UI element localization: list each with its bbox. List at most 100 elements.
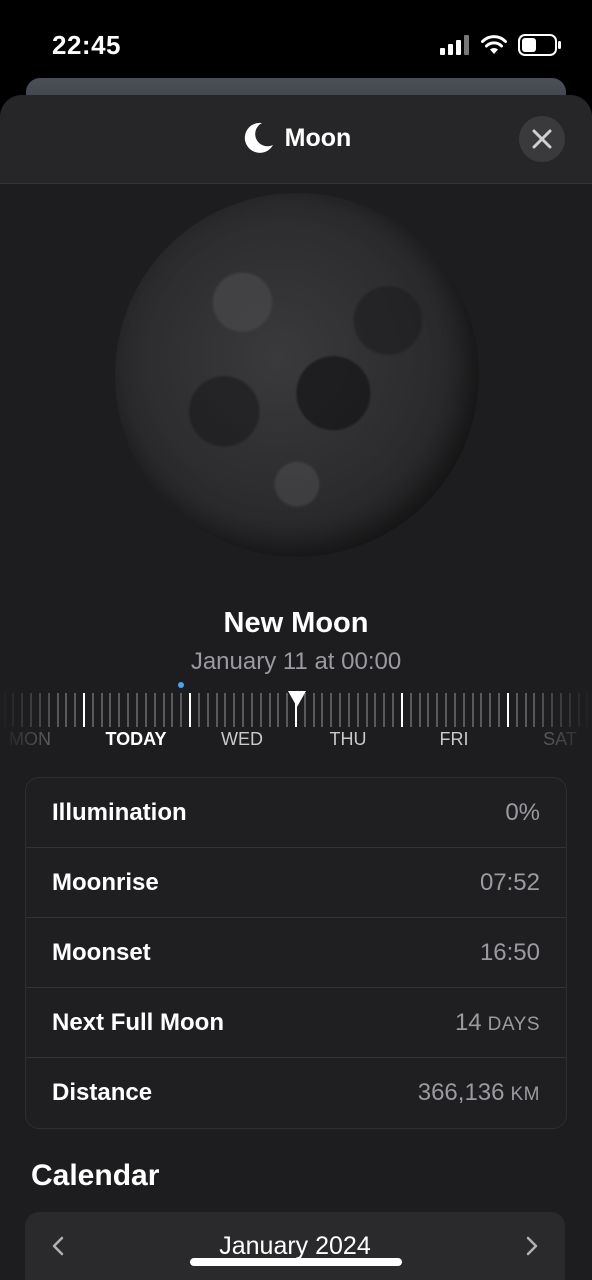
crescent-moon-icon (244, 122, 273, 153)
timeline-tick (242, 693, 244, 727)
detail-row: Moonrise 07:52 (26, 848, 566, 918)
timeline-tick (136, 693, 138, 727)
current-time-dot (178, 682, 184, 688)
detail-label: Next Full Moon (52, 1008, 224, 1036)
timeline-tick (224, 693, 226, 727)
phase-date: January 11 at 00:00 (190, 648, 402, 675)
status-icons (440, 34, 562, 56)
detail-value: 0% (505, 798, 540, 826)
timeline-tick (480, 693, 482, 727)
timeline-tick (339, 693, 341, 727)
detail-value-wrap: 0% (505, 799, 540, 827)
timeline-tick (207, 693, 209, 727)
detail-value: 14 (454, 1008, 482, 1036)
timeline-tick (233, 693, 235, 727)
detail-row: Moonset 16:50 (26, 918, 566, 988)
timeline-tick (74, 693, 76, 727)
detail-label: Moonset (52, 938, 151, 966)
timeline-tick (330, 693, 332, 727)
detail-value-wrap: 14 DAYS (455, 1009, 540, 1037)
timeline-tick (109, 693, 111, 727)
selected-time-marker[interactable] (288, 691, 306, 707)
timeline-tick (445, 693, 447, 727)
status-time: 22:45 (52, 30, 121, 60)
timeline-tick (118, 693, 120, 727)
timeline-tick (525, 693, 527, 727)
timeline-tick (427, 693, 429, 727)
timeline-tick (101, 693, 103, 727)
detail-value: 07:52 (479, 868, 540, 896)
timeline-tick (516, 693, 518, 727)
sheet-title: Moon (284, 123, 352, 152)
close-button[interactable] (519, 116, 565, 162)
wifi-icon (481, 35, 507, 54)
timeline-day-label[interactable]: TODAY (105, 729, 166, 750)
detail-label: Illumination (52, 798, 187, 826)
timeline-tick (198, 693, 200, 727)
timeline-tick (260, 693, 262, 727)
timeline-day-label[interactable]: WED (221, 729, 263, 750)
timeline-tick (269, 693, 271, 727)
timeline-day-tick (189, 693, 191, 727)
timeline-tick (180, 693, 182, 727)
timeline-tick (92, 693, 94, 727)
timeline-tick (163, 693, 165, 727)
detail-label: Moonrise (52, 868, 159, 896)
timeline-tick (383, 693, 385, 727)
home-indicator[interactable] (190, 1258, 402, 1266)
detail-value-wrap: 16:50 (480, 939, 540, 967)
timeline-tick (419, 693, 421, 727)
detail-value: 16:50 (479, 938, 540, 966)
timeline-tick (65, 693, 67, 727)
timeline-tick (454, 693, 456, 727)
timeline-day-tick (507, 693, 509, 727)
timeline-tick (498, 693, 500, 727)
timeline-tick (154, 693, 156, 727)
timeline-tick (374, 693, 376, 727)
timeline-tick (357, 693, 359, 727)
detail-value-wrap: 07:52 (480, 869, 540, 897)
moon-sheet: Moon New Moon January 11 at 00:00 MONTOD… (0, 95, 592, 1280)
cellular-signal-icon (440, 35, 469, 55)
timeline-tick (171, 693, 173, 727)
close-icon (532, 129, 552, 149)
timeline-tick (313, 693, 315, 727)
timeline-day-label[interactable]: THU (330, 729, 367, 750)
detail-row: Illumination 0% (26, 778, 566, 848)
status-bar: 22:45 (0, 0, 592, 80)
detail-row: Distance 366,136 KM (26, 1058, 566, 1128)
timeline-tick (472, 693, 474, 727)
timeline-tick (489, 693, 491, 727)
title-wrap: Moon (0, 121, 592, 155)
chevron-right-icon[interactable] (519, 1234, 543, 1258)
timeline-day-tick (401, 693, 403, 727)
timeline-tick (321, 693, 323, 727)
detail-unit: DAYS (487, 1013, 540, 1035)
timeline-tick (251, 693, 253, 727)
calendar-card: January 2024 (25, 1212, 565, 1280)
moon-details-list: Illumination 0% Moonrise 07:52 Moonset 16:50 N… (25, 777, 567, 1129)
phase-timeline-scrubber[interactable]: MONTODAYWEDTHUFRISAT (0, 682, 592, 755)
moon-image (115, 193, 479, 557)
timeline-tick (145, 693, 147, 727)
timeline-tick (392, 693, 394, 727)
timeline-tick (277, 693, 279, 727)
timeline-tick (436, 693, 438, 727)
timeline-day-tick (83, 693, 85, 727)
timeline-day-label[interactable]: FRI (440, 729, 469, 750)
timeline-tick (127, 693, 129, 727)
timeline-fade-right (532, 685, 592, 755)
detail-value: 366,136 (417, 1079, 505, 1106)
detail-unit: KM (510, 1084, 540, 1105)
timeline-tick (366, 693, 368, 727)
phase-name: New Moon (223, 607, 369, 639)
battery-icon (518, 34, 561, 56)
timeline-fade-left (0, 685, 60, 755)
sheet-header: Moon (0, 95, 592, 184)
detail-row: Next Full Moon 14 DAYS (26, 988, 566, 1058)
timeline-tick (348, 693, 350, 727)
calendar-title: Calendar (31, 1159, 160, 1192)
timeline-tick (216, 693, 218, 727)
detail-label: Distance (52, 1079, 153, 1106)
timeline-tick (410, 693, 412, 727)
